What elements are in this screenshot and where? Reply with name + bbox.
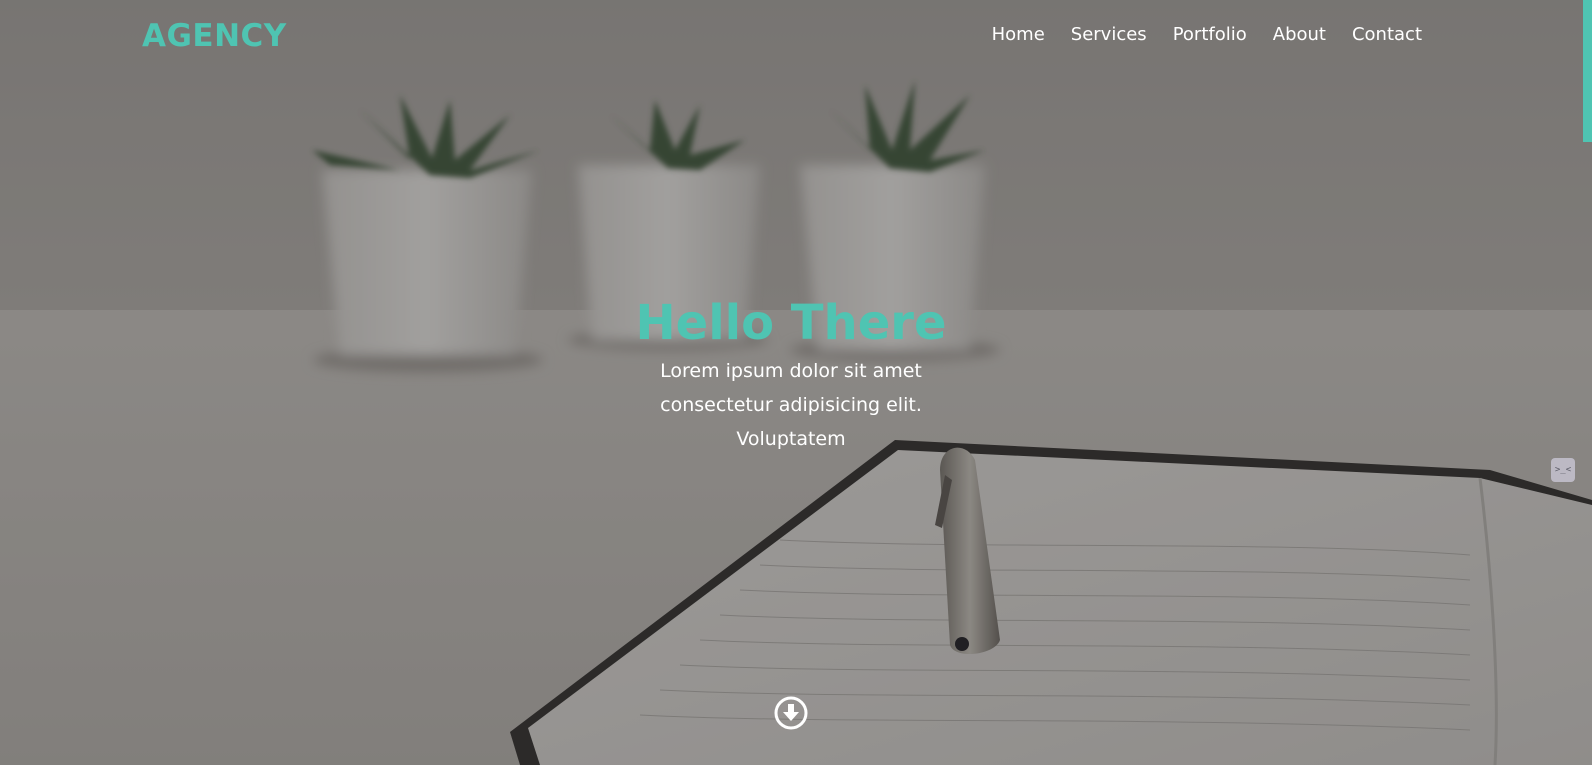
scroll-progress-bar (1583, 0, 1592, 142)
page: AGENCY Home Services Portfolio About Con… (0, 0, 1592, 765)
nav-item-home: Home (992, 24, 1045, 45)
arrow-circle-down-icon (774, 696, 808, 730)
hero-title: Hello There (635, 295, 947, 351)
nav-item-portfolio: Portfolio (1173, 24, 1247, 45)
nav-link-home[interactable]: Home (992, 24, 1045, 45)
nav-link-portfolio[interactable]: Portfolio (1173, 24, 1247, 45)
nav-item-contact: Contact (1352, 24, 1422, 45)
nav-link-about[interactable]: About (1273, 24, 1326, 45)
navbar: AGENCY Home Services Portfolio About Con… (0, 0, 1592, 80)
nav-item-services: Services (1071, 24, 1147, 45)
extension-face-icon: >_< (1554, 465, 1572, 475)
extension-widget-button[interactable]: >_< (1551, 458, 1575, 482)
hero-section: Hello There Lorem ipsum dolor sit amet c… (0, 292, 1582, 456)
nav-link-contact[interactable]: Contact (1352, 24, 1422, 45)
scroll-down-button[interactable] (774, 696, 808, 730)
hero-subtitle: Lorem ipsum dolor sit amet consectetur a… (660, 360, 922, 450)
nav-menu: Home Services Portfolio About Contact (992, 24, 1422, 45)
brand-logo[interactable]: AGENCY (142, 18, 287, 54)
nav-item-about: About (1273, 24, 1326, 45)
nav-link-services[interactable]: Services (1071, 24, 1147, 45)
